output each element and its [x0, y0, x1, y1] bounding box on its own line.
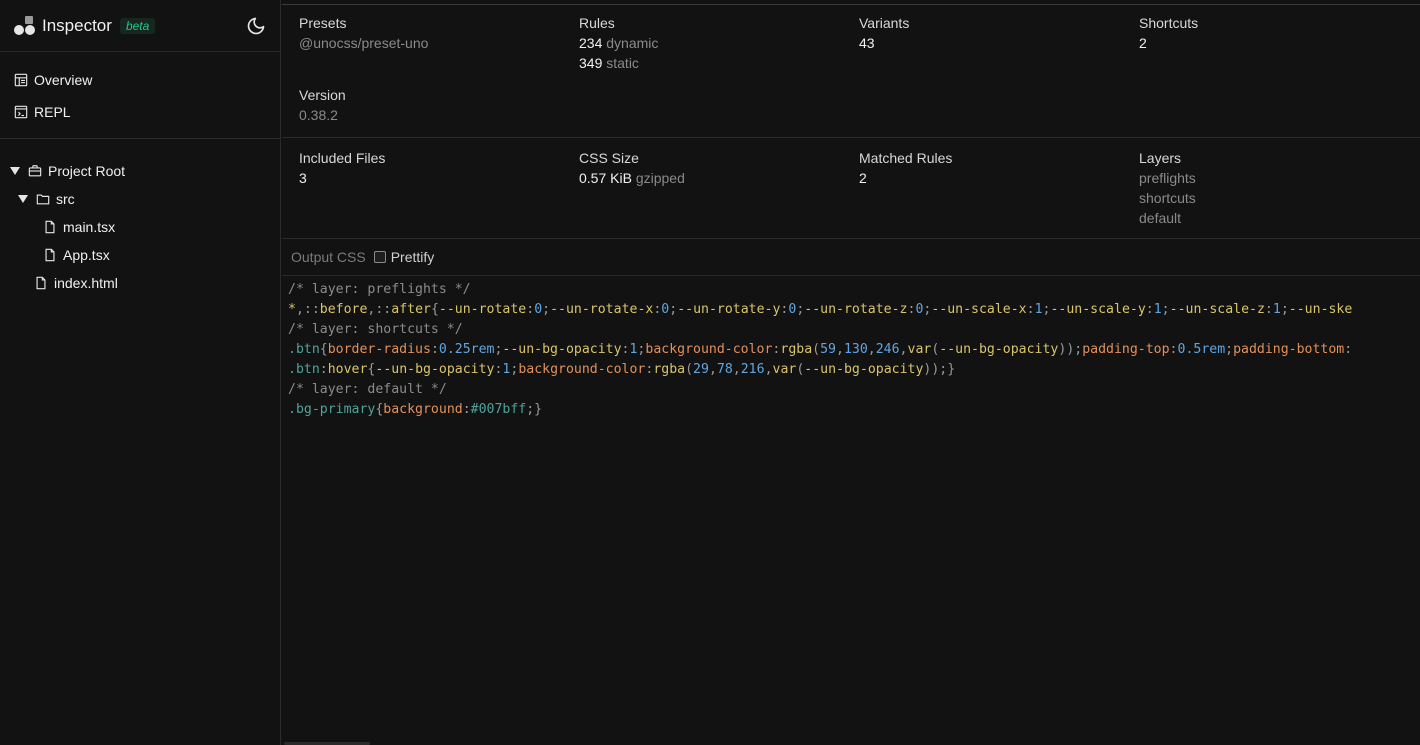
layer-item: preflights: [1139, 170, 1196, 186]
code-line: /* layer: shortcuts */: [288, 320, 1420, 340]
stat-value: 2: [859, 170, 867, 186]
unocss-logo: [14, 15, 36, 36]
layer-item: default: [1139, 210, 1182, 226]
code-line: /* layer: default */: [288, 380, 1420, 400]
stat-suffix: dynamic: [606, 35, 659, 51]
stat-value: 0.38.2: [299, 107, 338, 123]
stat-variants: Variants 43: [859, 13, 1139, 73]
stat-matched-rules: Matched Rules 2: [859, 148, 1139, 216]
repl-icon: [14, 105, 28, 119]
nav-item-repl-label: REPL: [34, 104, 71, 120]
stat-value: 234: [579, 35, 603, 51]
stat-presets: Presets @unocss/preset-uno: [299, 13, 579, 73]
tree-label: src: [56, 191, 75, 207]
tree-label: App.tsx: [63, 247, 110, 263]
beta-badge: beta: [119, 17, 156, 34]
nav-item-repl[interactable]: REPL: [0, 96, 280, 128]
stat-version: Version 0.38.2: [299, 85, 579, 125]
stat-value: @unocss/preset-uno: [299, 35, 429, 51]
output-css-toolbar: Output CSS Prettify: [282, 239, 1420, 276]
tree-label: main.tsx: [63, 219, 116, 235]
stat-label: Variants: [859, 15, 910, 31]
code-comment: /* layer: preflights */: [288, 282, 471, 297]
stat-value: 43: [859, 35, 875, 51]
stat-shortcuts: Shortcuts 2: [1139, 13, 1419, 73]
tree-item-index-html[interactable]: index.html: [0, 269, 280, 297]
code-line: *,::before,::after{--un-rotate:0;--un-ro…: [288, 302, 1353, 317]
stats-overview: Presets @unocss/preset-uno Rules 234 dyn…: [282, 5, 1420, 138]
stat-label: Rules: [579, 15, 615, 31]
code-line: .btn:hover{--un-bg-opacity:1;background-…: [288, 362, 956, 377]
sidebar-nav: Overview REPL: [0, 52, 280, 139]
stat-label: CSS Size: [579, 150, 639, 166]
main-panel: Presets @unocss/preset-uno Rules 234 dyn…: [282, 0, 1420, 745]
stat-value: 349: [579, 55, 603, 71]
app-title: Inspector: [42, 15, 112, 35]
brand-header: Inspector beta: [0, 0, 280, 52]
stat-label: Included Files: [299, 150, 386, 166]
stat-label: Layers: [1139, 150, 1182, 166]
code-line: .btn{border-radius:0.25rem;--un-bg-opaci…: [288, 342, 1353, 357]
nav-item-overview[interactable]: Overview: [0, 64, 280, 96]
stat-value: 3: [299, 170, 307, 186]
stat-included-files: Included Files 3: [299, 148, 579, 216]
briefcase-icon: [28, 165, 42, 177]
stat-suffix: gzipped: [635, 170, 685, 186]
file-tree: Project Root src main.tsx App.tsx index.…: [0, 139, 280, 297]
tree-label: index.html: [54, 275, 118, 291]
code-comment: /* layer: default */: [288, 382, 447, 397]
output-css-code[interactable]: /* layer: preflights */*,::before,::afte…: [282, 276, 1420, 420]
prettify-label[interactable]: Prettify: [391, 249, 435, 265]
tree-item-app-tsx[interactable]: App.tsx: [0, 241, 280, 269]
file-icon: [36, 276, 46, 290]
code-comment: /* layer: shortcuts */: [288, 322, 463, 337]
stat-rules: Rules 234 dynamic 349 static: [579, 13, 859, 73]
overview-icon: [14, 73, 28, 87]
stats-output: Included Files 3 CSS Size 0.57 KiB gzipp…: [282, 138, 1420, 239]
stat-value: 0.57 KiB: [579, 170, 632, 186]
stat-css-size: CSS Size 0.57 KiB gzipped: [579, 148, 859, 216]
nav-item-overview-label: Overview: [34, 72, 93, 88]
expand-arrow-icon[interactable]: [10, 167, 20, 175]
tree-item-main-tsx[interactable]: main.tsx: [0, 213, 280, 241]
file-icon: [45, 220, 55, 234]
tree-label: Project Root: [48, 163, 126, 179]
stat-layers: Layers preflights shortcuts default: [1139, 148, 1419, 228]
stat-value: 2: [1139, 35, 1147, 51]
output-css-label: Output CSS: [291, 249, 366, 265]
code-line: .bg-primary{background:#007bff;}: [288, 402, 543, 417]
folder-icon: [36, 194, 50, 205]
sidebar: Inspector beta Overview REPL Project Roo…: [0, 0, 281, 745]
tree-item-project-root[interactable]: Project Root: [0, 157, 280, 185]
code-line: /* layer: preflights */: [288, 280, 1420, 300]
stat-label: Shortcuts: [1139, 15, 1199, 31]
expand-arrow-icon[interactable]: [18, 195, 28, 203]
stat-label: Version: [299, 87, 346, 103]
layer-item: shortcuts: [1139, 190, 1196, 206]
stat-label: Presets: [299, 15, 347, 31]
tree-item-src[interactable]: src: [0, 185, 280, 213]
prettify-checkbox[interactable]: [373, 251, 386, 263]
stat-label: Matched Rules: [859, 150, 953, 166]
file-icon: [45, 248, 55, 262]
stat-suffix: static: [606, 55, 639, 71]
dark-mode-toggle-icon[interactable]: [246, 16, 266, 36]
